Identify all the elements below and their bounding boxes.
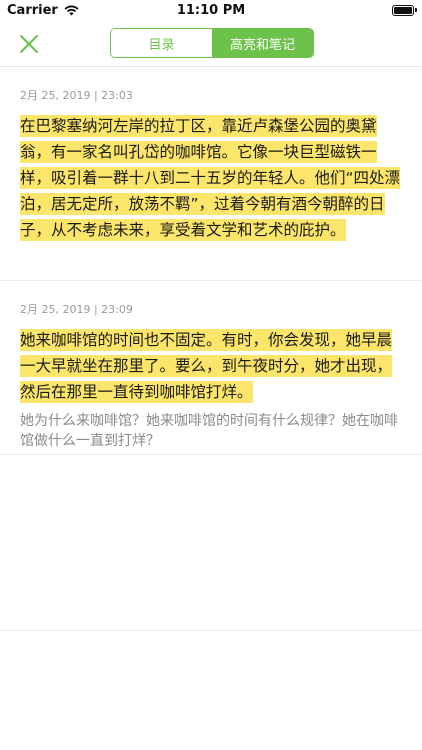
note-date: 2月 25, 2019 | 23:03 (20, 89, 133, 102)
divider (0, 630, 422, 631)
battery-icon (392, 5, 417, 16)
note-date: 2月 25, 2019 | 23:09 (20, 303, 133, 316)
close-icon (20, 35, 38, 53)
status-bar: Carrier 11:10 PM (0, 0, 422, 22)
highlighted-text: 她来咖啡馆的时间也不固定。有时，你会发现，她早晨一大早就坐在那里了。要么，到午夜… (20, 329, 393, 403)
clock: 11:10 PM (176, 3, 246, 18)
segmented-control: 目录 高亮和笔记 (110, 28, 314, 58)
battery-fill (394, 7, 412, 14)
note-quote: 她来咖啡馆的时间也不固定。有时，你会发现，她早晨一大早就坐在那里了。要么，到午夜… (20, 327, 402, 405)
navigation-bar: 目录 高亮和笔记 (0, 22, 422, 67)
tab-contents[interactable]: 目录 (111, 29, 212, 57)
note-item[interactable]: 2月 25, 2019 | 23:09 她来咖啡馆的时间也不固定。有时，你会发现… (0, 281, 422, 455)
note-item[interactable]: 2月 25, 2019 | 23:03 在巴黎塞纳河左岸的拉丁区，靠近卢森堡公园… (0, 67, 422, 281)
close-button[interactable] (16, 31, 42, 57)
notes-list: 2月 25, 2019 | 23:03 在巴黎塞纳河左岸的拉丁区，靠近卢森堡公园… (0, 67, 422, 455)
tab-highlights-notes[interactable]: 高亮和笔记 (212, 29, 313, 57)
note-quote: 在巴黎塞纳河左岸的拉丁区，靠近卢森堡公园的奥黛翁，有一家名叫孔岱的咖啡馆。它像一… (20, 113, 402, 243)
note-comment: 她为什么来咖啡馆？她来咖啡馆的时间有什么规律？她在咖啡馆做什么一直到打烊？ (20, 413, 398, 449)
highlighted-text: 在巴黎塞纳河左岸的拉丁区，靠近卢森堡公园的奥黛翁，有一家名叫孔岱的咖啡馆。它像一… (20, 115, 401, 241)
